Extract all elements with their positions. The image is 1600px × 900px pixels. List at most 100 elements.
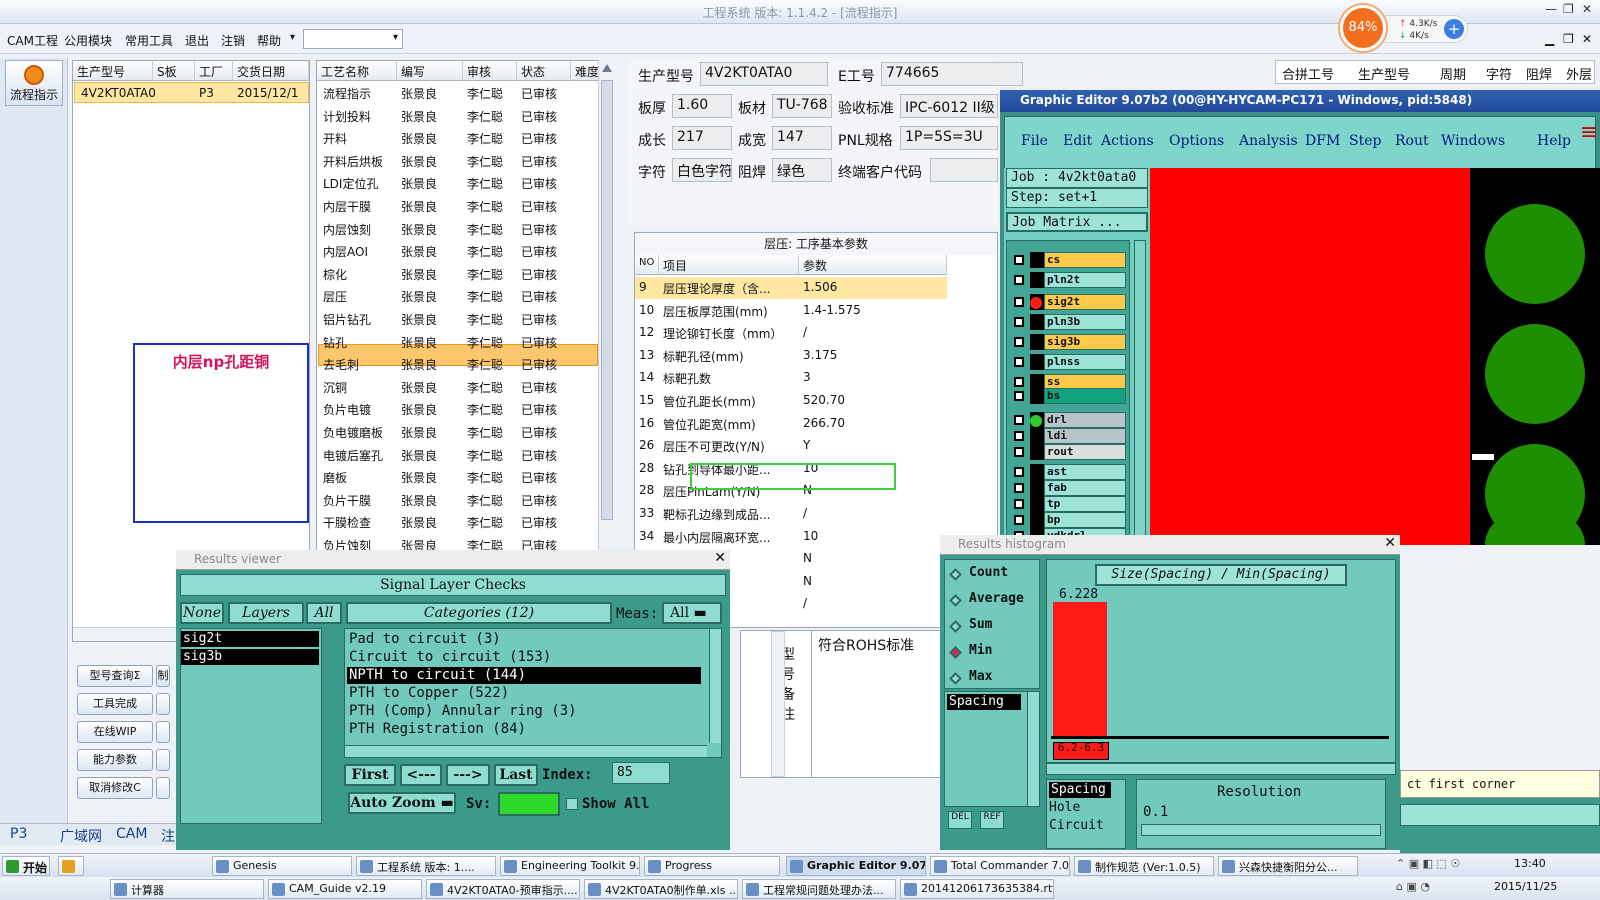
layer-checkbox[interactable] <box>1014 431 1024 441</box>
layer-checkbox[interactable] <box>1014 391 1024 401</box>
menu-help[interactable]: 帮助 <box>257 32 281 49</box>
rv-sv-select[interactable] <box>498 792 560 816</box>
layer-row[interactable]: pln2t <box>1010 272 1130 288</box>
pnl-field[interactable]: 1P=5S=3U <box>900 126 998 150</box>
layer-row[interactable]: pln3b <box>1010 314 1130 330</box>
rh-del-button[interactable]: DEL <box>948 811 972 829</box>
taskbar-item[interactable]: Genesis <box>212 856 352 876</box>
layer-checkbox[interactable] <box>1014 483 1024 493</box>
side-button-2[interactable] <box>156 777 170 799</box>
side-button-2[interactable]: 制 <box>156 665 170 687</box>
rv-category-item[interactable]: PTH Registration (84) <box>347 721 701 738</box>
rv-category-item[interactable]: Pad to circuit (3) <box>347 631 701 648</box>
layer-row[interactable]: plnss <box>1010 354 1130 370</box>
col-header[interactable]: 难度 <box>571 61 601 81</box>
taskbar-item[interactable]: Progress <box>644 856 780 876</box>
layer-checkbox[interactable] <box>1014 297 1024 307</box>
rh-option-label[interactable]: Count <box>969 565 1008 580</box>
tray-icons[interactable]: ⌃ ▣ ◧ ⬚ ☉ <box>1396 857 1486 875</box>
rh-ref-button[interactable]: REF <box>980 811 1004 829</box>
rv-categories-button[interactable]: Categories (12) <box>346 602 612 624</box>
layer-row[interactable]: drl <box>1010 412 1130 428</box>
radio-icon[interactable] <box>949 594 962 607</box>
customer-code-field[interactable] <box>930 158 998 182</box>
ge-menu-windows[interactable]: Windows <box>1441 133 1505 149</box>
rv-index-input[interactable]: 85 <box>612 762 670 784</box>
rh-close-button[interactable]: ✕ <box>1384 535 1396 551</box>
radio-icon[interactable] <box>949 646 962 659</box>
rh-resolution-slider[interactable] <box>1141 824 1381 836</box>
layer-checkbox[interactable] <box>1014 357 1024 367</box>
taskbar-item[interactable]: Engineering Toolkit 9.... <box>500 856 640 876</box>
layer-row[interactable]: rout <box>1010 444 1130 460</box>
table-row[interactable]: 层压 张景良 李仁聪 已审核 <box>317 285 599 307</box>
menu-logout[interactable]: 注销 <box>221 32 245 49</box>
rv-category-item[interactable]: Circuit to circuit (153) <box>347 649 701 666</box>
radio-icon[interactable] <box>949 568 962 581</box>
rh-list2-item[interactable]: Spacing <box>1049 782 1111 798</box>
table-row[interactable]: 内层干膜 张景良 李仁聪 已审核 <box>317 195 599 217</box>
col-header[interactable]: 字符 <box>1486 64 1512 83</box>
memory-percent[interactable]: 84% <box>1340 5 1386 51</box>
rv-last-button[interactable]: Last <box>494 764 538 786</box>
taskbar-item[interactable]: 计算器 <box>110 879 264 899</box>
mask-field[interactable]: 绿色 <box>772 158 832 182</box>
layer-checkbox[interactable] <box>1014 467 1024 477</box>
ge-menu-analysis[interactable]: Analysis <box>1239 133 1298 149</box>
close-button[interactable]: ✕ <box>1582 2 1592 16</box>
rv-category-item[interactable]: PTH (Comp) Annular ring (3) <box>347 703 701 720</box>
col-header[interactable]: 生产型号 <box>1358 64 1410 83</box>
rv-none-button[interactable]: None <box>180 602 224 624</box>
col-header[interactable]: 工艺名称 <box>317 61 397 81</box>
table-row[interactable]: 9 层压理论厚度（含... 1.506 <box>635 277 947 299</box>
layer-row[interactable]: ldi <box>1010 428 1130 444</box>
rv-meas-select[interactable]: All ▬ <box>662 602 722 624</box>
rh-option-label[interactable]: Max <box>969 669 992 684</box>
table-row[interactable]: 去毛刺 张景良 李仁聪 已审核 <box>317 353 599 375</box>
col-header[interactable]: 工厂 <box>195 61 233 81</box>
layer-row[interactable]: bs <box>1010 388 1130 404</box>
layer-checkbox[interactable] <box>1014 415 1024 425</box>
col-header[interactable]: 合拼工号 <box>1282 64 1334 83</box>
process-grid-scrollbar[interactable] <box>598 60 616 558</box>
flow-indicator-button[interactable]: 流程指示 <box>5 60 63 106</box>
rv-category-hscroll[interactable] <box>345 745 707 757</box>
taskbar-item[interactable]: 4V2KT0ATA0制作单.xls ... <box>584 879 738 899</box>
col-header[interactable]: 审核 <box>463 61 517 81</box>
taskbar-item[interactable]: 兴森快捷衡阳分公... <box>1218 856 1358 876</box>
col-header[interactable]: 阻焊 <box>1526 64 1552 83</box>
maximize-button[interactable]: ❐ <box>1563 2 1574 16</box>
table-row[interactable]: 磨板 张景良 李仁聪 已审核 <box>317 466 599 488</box>
standard-field[interactable]: IPC-6012 II级 <box>900 94 998 118</box>
ge-menu-help[interactable]: Help <box>1537 133 1571 149</box>
rh-histogram-bar[interactable] <box>1053 602 1107 736</box>
table-row[interactable]: 负片干膜 张景良 李仁聪 已审核 <box>317 489 599 511</box>
table-row[interactable]: 棕化 张景良 李仁聪 已审核 <box>317 263 599 285</box>
clock-time[interactable]: 13:40 <box>1514 857 1546 870</box>
side-button-2[interactable] <box>156 721 170 743</box>
child-close-button[interactable]: ✕ <box>1582 32 1592 46</box>
taskbar-item[interactable]: 制作规范 (Ver:1.0.5) <box>1074 856 1214 876</box>
table-row[interactable]: 26 层压不可更改(Y/N) Y <box>635 435 947 457</box>
taskbar-item[interactable]: 20141206173635384.rtf... <box>900 879 1054 899</box>
menu-exit[interactable]: 退出 <box>185 32 209 49</box>
layer-checkbox[interactable] <box>1014 255 1024 265</box>
layer-scrollbar[interactable] <box>1134 240 1146 545</box>
side-button-2[interactable] <box>156 693 170 715</box>
layer-row[interactable]: cs <box>1010 252 1130 268</box>
menu-public[interactable]: 公用模块 <box>64 32 112 49</box>
table-row[interactable]: 负电镀磨板 张景良 李仁聪 已审核 <box>317 421 599 443</box>
rv-autozoom-select[interactable]: Auto Zoom ▬ <box>348 792 456 814</box>
taskbar-item[interactable]: 工程常规问题处理办法... <box>742 879 896 899</box>
scroll-thumb[interactable] <box>601 80 613 520</box>
table-row[interactable]: 开料后烘板 张景良 李仁聪 已审核 <box>317 150 599 172</box>
col-header[interactable]: 外层 <box>1566 64 1592 83</box>
minimize-button[interactable]: — <box>1545 2 1557 16</box>
ge-menu-dfm[interactable]: DFM <box>1305 133 1340 149</box>
taskbar-item[interactable]: Total Commander 7.0... <box>930 856 1070 876</box>
rv-layer-item[interactable]: sig2t <box>181 631 319 647</box>
tab-cam[interactable]: CAM <box>116 826 147 842</box>
radio-icon[interactable] <box>949 672 962 685</box>
ge-menu-edit[interactable]: Edit <box>1063 133 1092 149</box>
rv-showall-checkbox[interactable] <box>566 798 578 810</box>
